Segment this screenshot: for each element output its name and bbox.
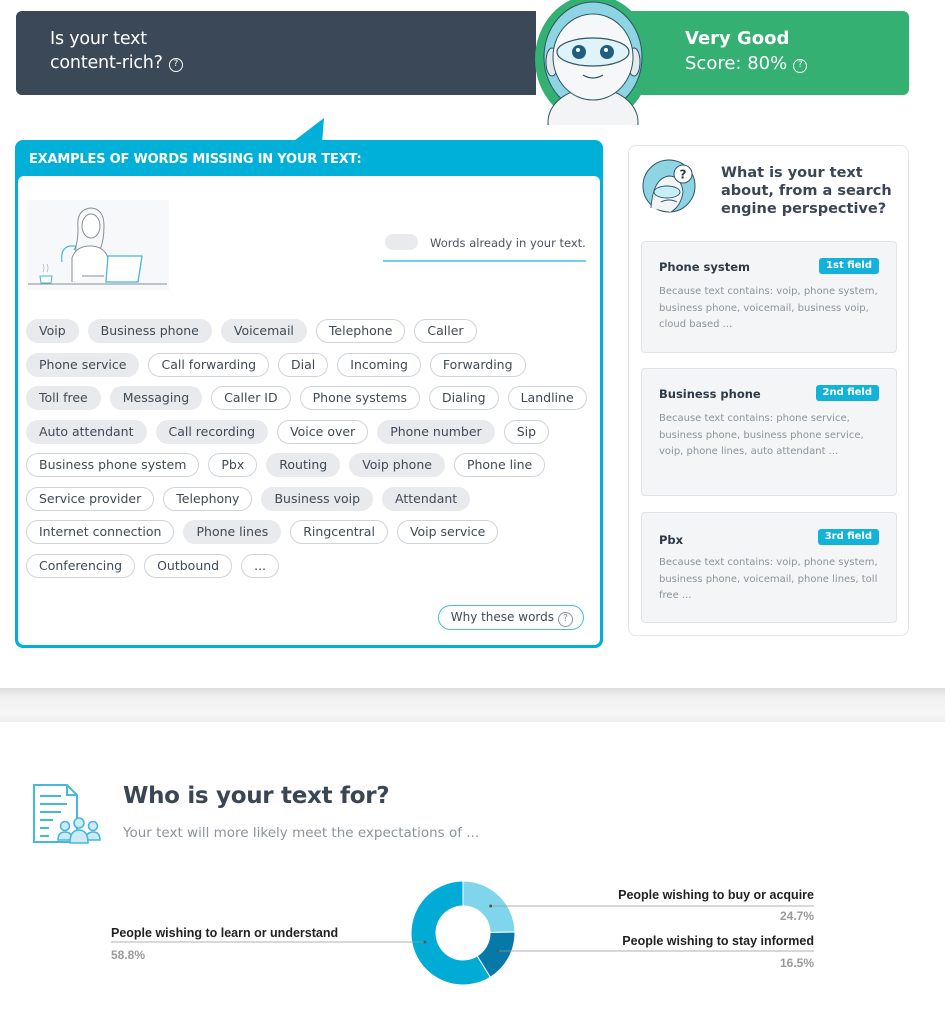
word-chip-present[interactable]: Business voip	[261, 486, 374, 511]
topic-rank-badge: 1st field	[819, 258, 879, 274]
word-chip-present[interactable]: Business phone	[87, 319, 212, 343]
question-circle-icon[interactable]: ?	[793, 59, 808, 73]
word-chip-missing[interactable]: Business phone system	[26, 453, 200, 477]
chip-row: Conferencing Outbound...	[26, 553, 592, 588]
chip-row: Toll free Messaging Caller ID Phone systems…	[26, 386, 592, 420]
word-chip-missing[interactable]: Conferencing	[26, 553, 136, 578]
question-circle-icon[interactable]: ?	[168, 58, 183, 72]
word-chip-missing[interactable]: Pbx	[208, 453, 258, 477]
word-chip-missing[interactable]: Phone systems	[299, 386, 421, 410]
missing-words-panel: EXAMPLES OF WORDS MISSING IN YOUR TEXT: …	[15, 140, 603, 648]
leader-dot	[423, 940, 427, 944]
topic-name: Business phone	[659, 387, 761, 401]
word-chip-present[interactable]: Attendant	[382, 486, 471, 511]
section-divider	[0, 688, 945, 722]
word-chip-present[interactable]: Phone service	[26, 352, 140, 377]
banner-question: Is your text content-rich??	[50, 27, 183, 75]
word-chip-missing[interactable]: Forwarding	[429, 352, 526, 377]
word-chip-present[interactable]: Messaging	[109, 386, 203, 410]
topics-panel: ? What is your text about, from a search…	[628, 145, 909, 636]
word-chip-present[interactable]: Routing	[266, 453, 341, 477]
missing-words-body: Words already in your text. Voip Business…	[18, 176, 600, 645]
word-chip-present[interactable]: Phone lines	[183, 520, 282, 544]
why-these-words-label: Why these words	[450, 610, 554, 624]
word-chip-missing[interactable]: Outbound	[144, 553, 233, 578]
word-chip-missing[interactable]: Phone line	[453, 453, 546, 477]
word-chip-missing[interactable]: Incoming	[337, 352, 421, 377]
legend-words-present: Words already in your text.	[383, 234, 586, 262]
slice-value-label: 58.8%	[111, 948, 145, 962]
word-chip-missing[interactable]: Caller	[414, 319, 477, 343]
svg-text:?: ?	[680, 168, 687, 182]
slice-label: People wishing to stay informed	[622, 934, 814, 948]
word-chip-missing[interactable]: Service provider	[26, 486, 155, 511]
word-chip-present[interactable]: Voicemail	[220, 319, 307, 343]
slice-label: People wishing to buy or acquire	[618, 888, 814, 902]
banner-question-line1: Is your text	[50, 29, 147, 49]
legend-swatch	[385, 234, 418, 250]
score-label: Score: 80%	[685, 53, 788, 74]
word-chip-missing[interactable]: Voip service	[396, 520, 499, 544]
word-chip-present[interactable]: Toll free	[26, 386, 101, 410]
banner-score: Very Good Score: 80%?	[685, 26, 808, 76]
slice-value-label: 16.5%	[780, 956, 814, 970]
audience-donut-chart: People wishing to buy or acquire 24.7% Peo…	[111, 880, 814, 986]
question-circle-icon: ?	[558, 612, 573, 627]
word-chip-missing[interactable]: Dial	[278, 352, 329, 377]
topic-card[interactable]: Business phone 2nd field Because text co…	[641, 368, 897, 496]
word-chip-present[interactable]: Call recording	[155, 419, 269, 444]
topic-card[interactable]: Pbx 3rd field Because text contains: voi…	[641, 512, 897, 623]
chip-row: Auto attendant Call recording Voice over Ph…	[26, 419, 592, 454]
leader-dot	[489, 904, 493, 908]
word-chip-missing[interactable]: Landline	[507, 386, 587, 410]
word-chip-missing[interactable]: ...	[241, 553, 280, 578]
chip-row: Business phone system Pbx Routing Voip phon…	[26, 453, 592, 487]
topic-card[interactable]: Phone system 1st field Because text cont…	[641, 241, 897, 353]
score-verdict: Very Good	[685, 28, 790, 49]
robot-mascot-icon	[535, 0, 651, 125]
topic-rank-badge: 2nd field	[815, 385, 879, 401]
chip-row: Internet connection Phone lines Ringcentra…	[26, 520, 592, 554]
banner-question-panel: Is your text content-rich??	[16, 11, 536, 95]
slice-value-label: 24.7%	[780, 909, 814, 923]
word-chip-present[interactable]: Voip phone	[349, 453, 445, 477]
audience-title: Who is your text for?	[123, 783, 390, 809]
word-chip-missing[interactable]: Voice over	[277, 419, 369, 444]
chip-row: Voip Business phone Voicemail Telephone Call…	[26, 319, 592, 353]
leader-dot	[496, 949, 500, 953]
topic-description: Because text contains: voip, phone syste…	[659, 557, 878, 601]
word-chip-missing[interactable]: Telephone	[315, 319, 406, 343]
chip-row: Phone service Call forwarding Dial Incoming…	[26, 352, 592, 387]
word-chip-missing[interactable]: Sip	[503, 419, 550, 444]
donut-slice[interactable]	[462, 880, 516, 934]
slice-label: People wishing to learn or understand	[111, 926, 338, 940]
topic-description: Because text contains: phone service, bu…	[659, 413, 864, 457]
word-chip-missing[interactable]: Internet connection	[26, 520, 175, 544]
topic-name: Phone system	[659, 260, 750, 274]
word-chip-missing[interactable]: Ringcentral	[290, 520, 388, 544]
banner-question-line2: content-rich?	[50, 53, 163, 73]
missing-words-title: EXAMPLES OF WORDS MISSING IN YOUR TEXT:	[29, 152, 362, 167]
word-chip-missing[interactable]: Telephony	[163, 486, 253, 511]
word-chip-missing[interactable]: Call forwarding	[148, 352, 270, 377]
legend-label: Words already in your text.	[430, 236, 586, 250]
topic-rank-badge: 3rd field	[817, 529, 879, 545]
word-chip-missing[interactable]: Dialing	[429, 386, 499, 410]
thinking-robot-icon: ?	[642, 159, 696, 213]
word-chip-present[interactable]: Voip	[26, 319, 79, 343]
word-chip-present[interactable]: Auto attendant	[26, 419, 147, 444]
content-score-banner: Is your text content-rich?? Very Good Sc…	[16, 0, 909, 125]
document-audience-icon	[33, 784, 101, 844]
word-chip-missing[interactable]: Caller ID	[211, 386, 291, 410]
word-chip-present[interactable]: Phone number	[377, 419, 495, 444]
audience-subtitle: Your text will more likely meet the expe…	[123, 825, 480, 841]
topics-title: What is your text about, from a search e…	[721, 165, 892, 217]
word-chips: Voip Business phone Voicemail Telephone Call…	[26, 319, 592, 587]
why-these-words-button[interactable]: Why these words?	[437, 605, 584, 630]
woman-laptop-illustration	[26, 200, 169, 290]
topic-description: Because text contains: voip, phone syste…	[659, 286, 878, 330]
topic-name: Pbx	[659, 533, 684, 547]
chip-row: Service provider Telephony Business voip At…	[26, 486, 592, 521]
